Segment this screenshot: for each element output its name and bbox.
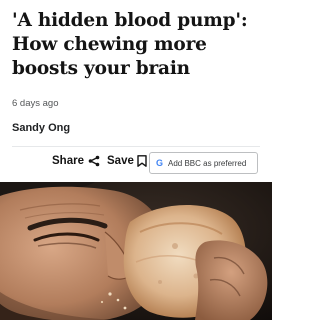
save-label: Save — [107, 155, 134, 167]
share-button[interactable]: Share — [52, 155, 100, 167]
bookmark-icon — [137, 155, 147, 167]
divider — [12, 146, 260, 147]
timestamp: 6 days ago — [12, 98, 59, 109]
article-actions: Share Save G Add BBC as preferred — [0, 152, 272, 174]
share-icon — [88, 155, 100, 167]
save-button[interactable]: Save — [107, 155, 147, 167]
headline: 'A hidden blood pump': How chewing more … — [12, 10, 248, 79]
author-byline[interactable]: Sandy Ong — [12, 122, 70, 134]
add-bbc-preferred-button[interactable]: G Add BBC as preferred — [149, 152, 258, 174]
man-biting-bread-photo — [0, 182, 272, 320]
google-logo-icon: G — [156, 158, 164, 168]
share-label: Share — [52, 155, 84, 167]
hero-image — [0, 182, 272, 320]
preferred-label: Add BBC as preferred — [168, 158, 247, 168]
article: 'A hidden blood pump': How chewing more … — [0, 0, 272, 320]
